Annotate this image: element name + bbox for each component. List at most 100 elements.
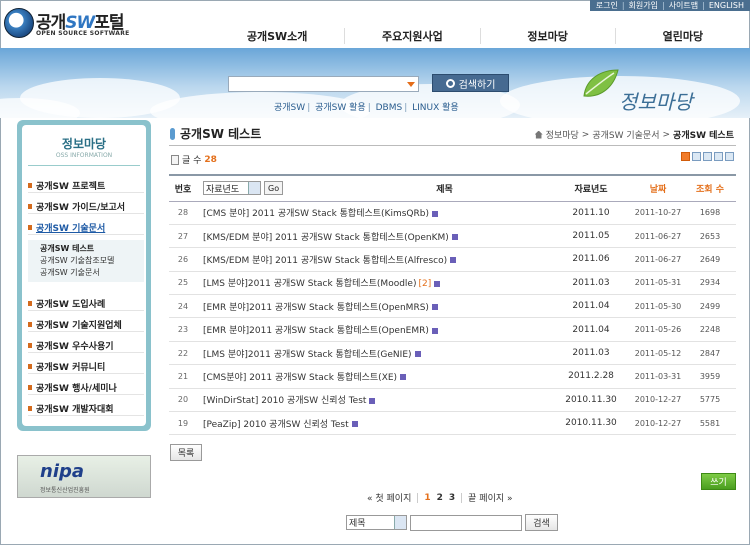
row-number: 21 bbox=[169, 364, 197, 389]
attachment-icon bbox=[431, 327, 438, 334]
col-views[interactable]: 조회 수 bbox=[684, 174, 736, 202]
sidebar-subitem-docs[interactable]: 공개SW 기술문서 bbox=[40, 267, 132, 279]
breadcrumb-techdocs[interactable]: 공개SW 기술문서 bbox=[592, 128, 659, 141]
nav-item-about[interactable]: 공개SW소개 bbox=[210, 28, 344, 44]
row-title-link[interactable]: [KMS/EDM 분야] 2011 공개SW Stack 통합테스트(OpenK… bbox=[203, 233, 449, 243]
year-filter-go-button[interactable]: Go bbox=[264, 181, 284, 196]
sidebar-item-community[interactable]: 공개SW 커뮤니티 bbox=[28, 360, 144, 374]
row-views: 1698 bbox=[684, 201, 736, 225]
sidebar-item-cases[interactable]: 공개SW 도입사례 bbox=[28, 297, 144, 311]
breadcrumb-info[interactable]: 정보마당 bbox=[546, 128, 579, 141]
table-row[interactable]: 26 [KMS/EDM 분야] 2011 공개SW Stack 통합테스트(Alf… bbox=[169, 247, 736, 272]
row-title-cell: [WinDirStat] 2010 공개SW 신뢰성 Test bbox=[197, 388, 550, 413]
last-page-link[interactable]: 끝 페이지 » bbox=[468, 491, 512, 504]
row-title-link[interactable]: [EMR 분야]2011 공개SW Stack 통합테스트(OpenEMR) bbox=[203, 326, 429, 336]
sidebar-item-reviews[interactable]: 공개SW 우수사용기 bbox=[28, 339, 144, 353]
col-date[interactable]: 날짜 bbox=[632, 174, 684, 202]
nav-item-programs[interactable]: 주요지원사업 bbox=[344, 28, 479, 44]
quick-link-dbms[interactable]: DBMS bbox=[376, 103, 403, 113]
row-views: 5581 bbox=[684, 411, 736, 436]
web-view-icon[interactable] bbox=[714, 152, 723, 161]
year-filter-select[interactable]: 자료년도 bbox=[203, 181, 261, 196]
page-link-1[interactable]: 1 bbox=[424, 493, 430, 503]
attachment-icon bbox=[450, 257, 457, 264]
sidebar-item-projects[interactable]: 공개SW 프로젝트 bbox=[28, 179, 144, 193]
first-page-link[interactable]: « 첫 페이지 bbox=[367, 491, 411, 504]
text-view-icon[interactable] bbox=[681, 152, 690, 161]
table-row[interactable]: 22 [LMS 분야]2011 공개SW Stack 통합테스트(GeNIE) 20… bbox=[169, 341, 736, 366]
page-link-3[interactable]: 3 bbox=[449, 493, 455, 503]
attachment-icon bbox=[451, 234, 458, 241]
sidebar-subitem-reference[interactable]: 공개SW 기술참조모델 bbox=[40, 255, 132, 267]
gallery-view-icon[interactable] bbox=[703, 152, 712, 161]
attachment-icon bbox=[414, 351, 421, 358]
site-logo[interactable]: 공개SW포털 OPEN SOURCE SOFTWARE bbox=[4, 5, 136, 43]
nipa-banner[interactable]: nipa 정보통신산업진흥원 bbox=[17, 455, 151, 498]
row-year: 2011.03 bbox=[550, 341, 632, 366]
quick-link-opensw[interactable]: 공개SW bbox=[274, 103, 305, 113]
page-link-2[interactable]: 2 bbox=[437, 493, 443, 503]
quick-link-linux[interactable]: LINUX 활용 bbox=[412, 103, 459, 113]
row-year: 2011.04 bbox=[550, 317, 632, 342]
breadcrumb: 정보마당 > 공개SW 기술문서 > 공개SW 테스트 bbox=[534, 128, 734, 141]
search-category-select[interactable] bbox=[228, 76, 419, 92]
chevron-down-icon bbox=[394, 516, 406, 529]
table-row[interactable]: 28 [CMS 분야] 2011 공개SW Stack 통합테스트(KimsQRb… bbox=[169, 201, 736, 225]
sidebar-item-events[interactable]: 공개SW 행사/세미나 bbox=[28, 381, 144, 395]
row-title-link[interactable]: [EMR 분야]2011 공개SW Stack 통합테스트(OpenMRS) bbox=[203, 303, 429, 313]
row-title-link[interactable]: [KMS/EDM 분야] 2011 공개SW Stack 통합테스트(Alfre… bbox=[203, 256, 447, 266]
list-button[interactable]: 목록 bbox=[170, 444, 202, 461]
login-link[interactable]: 로그인 bbox=[596, 0, 618, 11]
table-row[interactable]: 19 [PeaZip] 2010 공개SW 신뢰성 Test 2010.11.30 2… bbox=[169, 411, 736, 436]
row-date: 2010-12-27 bbox=[632, 388, 684, 413]
row-title-cell: [CMS 분야] 2011 공개SW Stack 통합테스트(KimsQRb) bbox=[197, 201, 550, 225]
sidebar-item-contest[interactable]: 공개SW 개발자대회 bbox=[28, 402, 144, 416]
nav-item-open[interactable]: 열린마당 bbox=[614, 28, 750, 44]
board-search-input[interactable] bbox=[410, 515, 522, 531]
sitemap-link[interactable]: 사이트맵 bbox=[669, 0, 698, 11]
row-title-link[interactable]: [PeaZip] 2010 공개SW 신뢰성 Test bbox=[203, 420, 349, 430]
english-link[interactable]: ENGLISH bbox=[709, 1, 744, 10]
list-view-icon[interactable] bbox=[692, 152, 701, 161]
nav-item-info[interactable]: 정보마당 bbox=[479, 28, 615, 44]
row-year: 2011.04 bbox=[550, 294, 632, 319]
row-title-link[interactable]: [WinDirStat] 2010 공개SW 신뢰성 Test bbox=[203, 396, 366, 406]
signup-link[interactable]: 회원가입 bbox=[629, 0, 658, 11]
row-date: 2011-10-27 bbox=[632, 201, 684, 225]
chevron-down-icon bbox=[248, 182, 260, 195]
table-row[interactable]: 20 [WinDirStat] 2010 공개SW 신뢰성 Test 2010.11… bbox=[169, 388, 736, 413]
write-button[interactable]: 쓰기 bbox=[701, 473, 736, 490]
row-title-cell: [EMR 분야]2011 공개SW Stack 통합테스트(OpenEMR) bbox=[197, 317, 550, 342]
leaf-icon bbox=[583, 69, 619, 97]
side-nav-subtitle: OSS INFORMATION bbox=[55, 152, 113, 159]
table-row[interactable]: 21 [CMS분야] 2011 공개SW Stack 통합테스트(XE) 2011.… bbox=[169, 364, 736, 389]
sidebar-item-guides[interactable]: 공개SW 가이드/보고서 bbox=[28, 200, 144, 214]
row-date: 2011-05-31 bbox=[632, 271, 684, 296]
search-button[interactable]: 검색하기 bbox=[432, 74, 509, 92]
row-title-link[interactable]: [CMS분야] 2011 공개SW Stack 통합테스트(XE) bbox=[203, 373, 397, 383]
row-views: 2934 bbox=[684, 271, 736, 296]
row-views: 5775 bbox=[684, 388, 736, 413]
bullet-icon bbox=[28, 406, 32, 411]
table-row[interactable]: 27 [KMS/EDM 분야] 2011 공개SW Stack 통합테스트(Ope… bbox=[169, 224, 736, 249]
table-row[interactable]: 23 [EMR 분야]2011 공개SW Stack 통합테스트(OpenEMR)… bbox=[169, 317, 736, 342]
sidebar-item-techdocs[interactable]: 공개SW 기술문서 bbox=[28, 221, 144, 235]
search-target-select[interactable]: 제목 bbox=[346, 515, 407, 530]
quick-link-usage[interactable]: 공개SW 활용 bbox=[315, 103, 366, 113]
sidebar-subitem-test[interactable]: 공개SW 테스트 bbox=[40, 243, 132, 255]
divider bbox=[417, 492, 419, 503]
side-nav: 정보마당 OSS INFORMATION 공개SW 프로젝트 공개SW 가이드/… bbox=[17, 120, 151, 431]
row-title-link[interactable]: [LMS 분야]2011 공개SW Stack 통합테스트(GeNIE) bbox=[203, 350, 412, 360]
board-search-button[interactable]: 검색 bbox=[525, 514, 558, 531]
row-title-link[interactable]: [LMS 분야]2011 공개SW Stack 통합테스트(Moodle) bbox=[203, 279, 416, 289]
table-row[interactable]: 25 [LMS 분야]2011 공개SW Stack 통합테스트(Moodle)[… bbox=[169, 271, 736, 296]
sidebar-item-vendors[interactable]: 공개SW 기술지원업체 bbox=[28, 318, 144, 332]
thumbnail-view-icon[interactable] bbox=[725, 152, 734, 161]
row-title-link[interactable]: [CMS 분야] 2011 공개SW Stack 통합테스트(KimsQRb) bbox=[203, 209, 429, 219]
row-title-cell: [KMS/EDM 분야] 2011 공개SW Stack 통합테스트(Alfre… bbox=[197, 247, 550, 272]
bullet-icon bbox=[28, 301, 32, 306]
row-title-cell: [PeaZip] 2010 공개SW 신뢰성 Test bbox=[197, 411, 550, 436]
col-title: 자료년도 Go 제목 bbox=[197, 174, 550, 202]
table-row[interactable]: 24 [EMR 분야]2011 공개SW Stack 통합테스트(OpenMRS)… bbox=[169, 294, 736, 319]
pagination: « 첫 페이지 1 2 3 끝 페이지 » bbox=[367, 491, 513, 504]
